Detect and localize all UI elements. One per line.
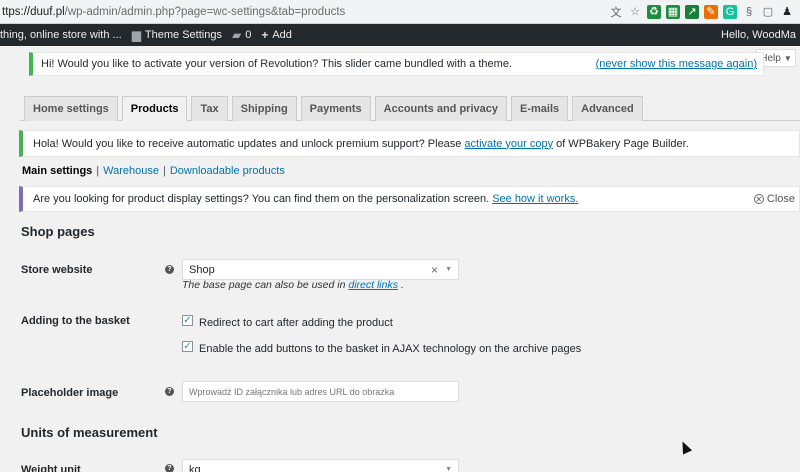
add-new-label: Add — [272, 29, 292, 41]
revolution-notice-text: Hi! Would you like to activate your vers… — [41, 58, 512, 70]
subsection-main-settings[interactable]: Main settings — [22, 165, 92, 177]
subsection-separator: | — [163, 165, 166, 177]
adding-to-basket-label: Adding to the basket — [21, 315, 130, 327]
placeholder-image-input[interactable]: Wprowadź ID załącznika lub adres URL do … — [182, 381, 459, 402]
activate-copy-link[interactable]: activate your copy — [464, 138, 553, 150]
redirect-to-cart-checkbox[interactable]: ✓ — [182, 315, 193, 326]
url-host: ttps://duuf.pl — [2, 5, 65, 18]
add-new-link[interactable]: + Add — [261, 28, 292, 42]
subsection-nav: Main settings | Warehouse | Downloadable… — [22, 165, 285, 177]
ajax-add-to-cart-label: Enable the add buttons to the basket in … — [199, 343, 582, 355]
clear-selection-icon[interactable]: × — [431, 263, 438, 277]
comments-link[interactable]: ▰ 0 — [232, 28, 251, 42]
tab-tax[interactable]: Tax — [191, 96, 228, 121]
desc-text: The base page can also be used in — [182, 279, 346, 291]
close-label: Close — [766, 193, 795, 205]
site-name-link[interactable]: thing, online store with ... — [0, 29, 122, 41]
wpbakery-text-after: of WPBakery Page Builder. — [556, 137, 689, 150]
help-tip-icon: ? — [165, 387, 174, 396]
browser-address-bar[interactable]: ttps://duuf.pl/wp-admin/admin.php?page=w… — [0, 0, 800, 24]
store-website-select[interactable]: Shop × ▼ — [182, 259, 459, 280]
product-display-text: Are you looking for product display sett… — [33, 193, 490, 205]
comment-icon: ▰ — [231, 28, 242, 42]
grammarly-icon[interactable]: G — [723, 4, 737, 19]
caret-down-icon: ▼ — [783, 53, 792, 63]
url-path: /wp-admin/admin.php?page=wc-settings&tab… — [64, 5, 346, 18]
subsection-warehouse[interactable]: Warehouse — [103, 165, 159, 177]
user-greeting[interactable]: Hello, WoodMa — [721, 29, 796, 41]
revolution-notice: Hi! Would you like to activate your vers… — [29, 52, 764, 76]
product-display-notice: Are you looking for product display sett… — [19, 186, 800, 212]
shop-pages-heading: Shop pages — [21, 224, 95, 239]
tab-shipping[interactable]: Shipping — [231, 96, 297, 121]
wp-admin-bar: thing, online store with ... ▆ Theme Sett… — [0, 24, 800, 46]
tab-e-mails[interactable]: E-mails — [510, 96, 569, 121]
comments-count: 0 — [245, 29, 252, 41]
tab-home-settings[interactable]: Home settings — [24, 96, 118, 121]
settings-tabs: Home settings Products Tax Shipping Payments… — [24, 96, 643, 121]
direct-links-link[interactable]: direct links — [348, 279, 398, 291]
wpbakery-text-before: Hola! Would you like to receive automati… — [33, 137, 462, 150]
star-icon[interactable]: ☆ — [628, 5, 642, 19]
weight-unit-label: Weight unit — [21, 464, 81, 472]
apps-icon[interactable]: ▦ — [666, 4, 680, 19]
greeting-label: Hello, WoodMa — [721, 29, 796, 41]
store-website-label: Store website — [21, 264, 93, 276]
theme-settings-link[interactable]: ▆ Theme Settings — [132, 28, 222, 42]
units-heading: Units of measurement — [21, 425, 158, 440]
subsection-separator: | — [96, 165, 100, 177]
section-icon[interactable]: § — [742, 5, 756, 19]
theme-settings-label: Theme Settings — [144, 29, 222, 41]
help-tip-icon: ? — [165, 464, 174, 472]
checkmark-icon: ✓ — [183, 341, 192, 352]
tab-advanced[interactable]: Advanced — [572, 96, 643, 121]
url-field[interactable]: ttps://duuf.pl/wp-admin/admin.php?page=w… — [0, 6, 609, 18]
weight-unit-value: kg — [189, 463, 201, 472]
translate-icon[interactable]: 文 — [609, 5, 623, 19]
tab-accounts-and-privacy[interactable]: Accounts and privacy — [374, 96, 507, 121]
site-name-label: thing, online store with ... — [0, 29, 122, 41]
profile-icon[interactable]: ♟ — [780, 5, 794, 19]
placeholder-image-label: Placeholder image — [21, 387, 119, 399]
subsection-downloadable-products[interactable]: Downloadable products — [170, 165, 285, 177]
help-tip-icon: ? — [165, 265, 174, 274]
tab-products[interactable]: Products — [121, 96, 188, 121]
store-website-description: The base page can also be used in direct… — [182, 279, 404, 291]
desc-end: . — [400, 279, 404, 291]
close-icon: ✕ — [753, 194, 764, 204]
notice-close-button[interactable]: ✕ Close — [753, 193, 795, 205]
tab-payments[interactable]: Payments — [300, 96, 371, 121]
checkmark-icon: ✓ — [183, 315, 192, 326]
graph-icon[interactable]: ↗ — [685, 4, 699, 19]
see-how-it-works-link[interactable]: See how it works. — [492, 193, 578, 205]
plus-icon: + — [261, 28, 269, 42]
dropdown-arrow-icon: ▼ — [445, 266, 452, 273]
revolution-dismiss-link[interactable]: (never show this message again) — [596, 58, 757, 70]
recycle-icon[interactable]: ♻ — [647, 4, 661, 19]
ajax-add-to-cart-checkbox[interactable]: ✓ — [182, 341, 193, 352]
extensions-bar: 文 ☆ ♻ ▦ ↗ ✎ G § ▢ ♟ — [609, 4, 800, 19]
window-icon[interactable]: ▢ — [761, 5, 775, 19]
weight-unit-select[interactable]: kg ▼ — [182, 459, 459, 472]
store-website-value: Shop — [189, 263, 215, 276]
dropdown-arrow-icon: ▼ — [445, 466, 452, 472]
folder-icon: ▆ — [131, 28, 141, 42]
redirect-to-cart-label: Redirect to cart after adding the produc… — [199, 317, 393, 329]
wpbakery-notice: Hola! Would you like to receive automati… — [19, 130, 800, 157]
paint-icon[interactable]: ✎ — [704, 4, 718, 19]
